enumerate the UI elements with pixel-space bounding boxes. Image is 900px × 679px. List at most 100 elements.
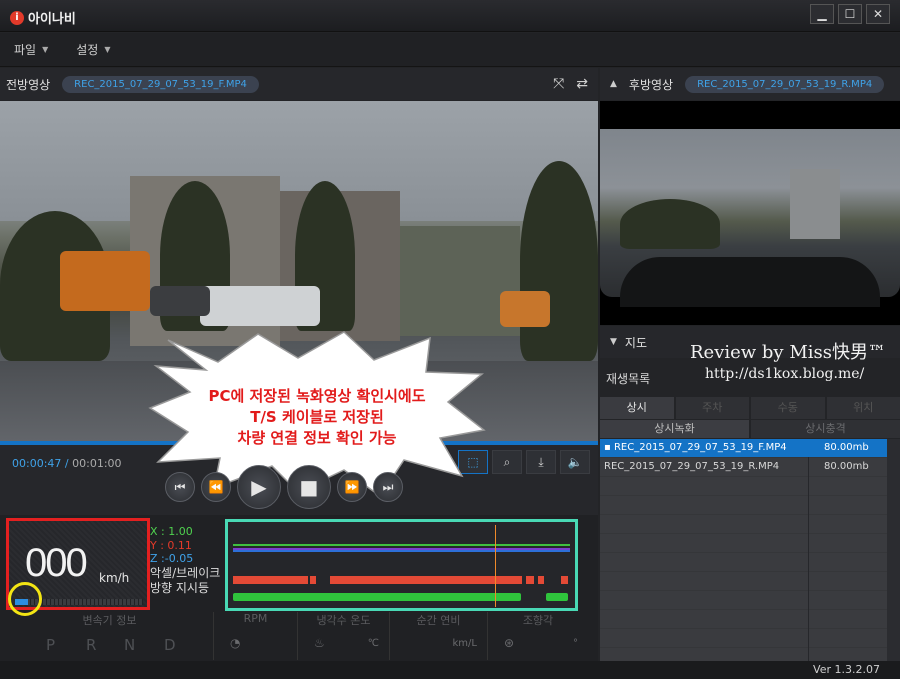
rpm-title: RPM xyxy=(243,612,268,625)
playlist: ▪ REC_2015_07_29_07_53_19_F.MP4 80.00mb … xyxy=(600,439,887,661)
subtab-normal-rec[interactable]: 상시녹화 xyxy=(600,420,749,438)
app-title: 아이나비 xyxy=(28,12,76,27)
fuel-unit: km/L xyxy=(452,638,477,649)
title-bar: i 아이나비 ▁ ☐ ✕ xyxy=(0,0,900,32)
swap-icon[interactable]: ⇄ xyxy=(576,76,588,92)
app-window: i 아이나비 ▁ ☐ ✕ 파일 ▼ 설정 ▼ 전방영상 REC_2015_07_… xyxy=(0,0,900,679)
volume-button[interactable]: 🔈 xyxy=(560,450,590,474)
coolant-cell: 냉각수 온도 ♨ ℃ xyxy=(298,612,390,660)
g-sensor-y: Y : 0.11 xyxy=(150,538,192,552)
selected-dot-icon: ▪ xyxy=(604,442,614,453)
g-sensor-readout: X : 1.00 Y : 0.11 Z :-0.05 악셀/브레이크 방향 지시… xyxy=(150,525,220,596)
file-name-text: REC_2015_07_29_07_53_19_F.MP4 xyxy=(613,442,787,453)
tab-parking[interactable]: 주차 xyxy=(675,397,749,419)
download-button[interactable]: ⤓ xyxy=(526,450,556,474)
rear-car-interior xyxy=(620,257,880,307)
skip-end-button[interactable]: ⏭ xyxy=(373,472,403,502)
map-label: 지도 xyxy=(624,335,648,350)
playlist-tabs: 상시 주차 수동 위치 xyxy=(600,397,900,419)
file-name-text: REC_2015_07_29_07_53_19_R.MP4 xyxy=(604,461,780,472)
list-item[interactable]: ▪ REC_2015_07_29_07_53_19_F.MP4 80.00mb xyxy=(600,439,887,457)
tab-manual[interactable]: 수동 xyxy=(751,397,825,419)
tab-normal[interactable]: 상시 xyxy=(600,397,674,419)
collapse-up-icon[interactable]: ▲ xyxy=(610,79,617,89)
playlist-title: 재생목록 xyxy=(606,372,651,386)
video-truck xyxy=(60,251,150,311)
file-size: 80.00mb xyxy=(824,461,869,472)
steering-cell: 조향각 ⊛ ° xyxy=(488,612,588,660)
fuel-cell: 순간 연비 km/L xyxy=(390,612,488,660)
front-video-label: 전방영상 xyxy=(6,77,51,92)
turn-signal-label: 방향 지시등 xyxy=(150,580,210,595)
playlist-scrollbar[interactable] xyxy=(887,439,900,661)
current-time: 00:00:47 xyxy=(12,457,62,470)
fuel-title: 순간 연비 xyxy=(416,614,461,627)
stop-button[interactable]: ■ xyxy=(287,465,331,509)
sensor-graph[interactable] xyxy=(225,519,578,611)
review-watermark: Review by Miss快男™ xyxy=(690,342,886,363)
speed-unit: km/h xyxy=(99,571,130,585)
highlight-circle xyxy=(8,582,42,616)
graph-z-line xyxy=(233,550,570,552)
search-icon: ⌕ xyxy=(503,455,511,469)
video-car xyxy=(500,291,550,327)
skip-start-icon: ⏮ xyxy=(174,480,186,494)
search-button[interactable]: ⌕ xyxy=(492,450,522,474)
skip-start-button[interactable]: ⏮ xyxy=(165,472,195,502)
coolant-title: 냉각수 온도 xyxy=(316,614,371,627)
time-separator: / xyxy=(64,457,69,470)
close-button[interactable]: ✕ xyxy=(866,4,890,24)
video-car xyxy=(150,286,210,316)
rpm-gauge-icon: ◔ xyxy=(230,636,241,650)
menu-settings-label: 설정 xyxy=(76,43,99,57)
rear-video-header: ▲ 후방영상 REC_2015_07_29_07_53_19_R.MP4 xyxy=(600,68,900,100)
rear-video-view[interactable] xyxy=(600,101,900,325)
gear-n: N xyxy=(124,636,136,654)
rpm-cell: RPM ◔ xyxy=(214,612,298,660)
subtab-normal-impact[interactable]: 상시충격 xyxy=(751,420,900,438)
rear-tree xyxy=(620,199,720,249)
gear-p: P xyxy=(46,636,56,654)
thermometer-icon: ♨ xyxy=(314,636,325,650)
graph-cursor[interactable] xyxy=(495,525,496,607)
steering-wheel-icon: ⊛ xyxy=(504,636,515,650)
g-sensor-x: X : 1.00 xyxy=(150,525,193,538)
playback-time: 00:00:47 / 00:01:00 xyxy=(12,457,122,470)
callout-line-1: PC에 저장된 녹화영상 확인시에도 xyxy=(208,386,426,405)
fast-forward-button[interactable]: ⏩ xyxy=(337,472,367,502)
stop-icon: ■ xyxy=(299,475,319,499)
playback-controls: ⏮ ⏪ ▶ ■ ⏩ ⏭ xyxy=(165,465,403,509)
maximize-button[interactable]: ☐ xyxy=(838,4,862,24)
callout-line-2: T/S 케이블로 저장된 xyxy=(250,407,384,426)
status-bar: Ver 1.3.2.07 xyxy=(0,661,900,679)
file-size: 80.00mb xyxy=(824,442,869,453)
play-icon: ▶ xyxy=(251,475,267,499)
menu-settings[interactable]: 설정 ▼ xyxy=(76,41,110,58)
play-button[interactable]: ▶ xyxy=(237,465,281,509)
callout-line-3: 차량 연결 정보 확인 가능 xyxy=(237,428,397,447)
menu-file-label: 파일 xyxy=(14,43,37,57)
minimize-button[interactable]: ▁ xyxy=(810,4,834,24)
tab-location[interactable]: 위치 xyxy=(826,397,900,419)
front-video-header: 전방영상 REC_2015_07_29_07_53_19_F.MP4 ⤧ ⇄ xyxy=(0,68,598,100)
file-name: REC_2015_07_29_07_53_19_R.MP4 xyxy=(600,458,808,476)
front-file-name: REC_2015_07_29_07_53_19_F.MP4 xyxy=(62,75,259,93)
rewind-button[interactable]: ⏪ xyxy=(201,472,231,502)
turn-signal-segment xyxy=(546,593,568,601)
playlist-subtabs: 상시녹화 상시충격 xyxy=(600,420,900,438)
brake-segment xyxy=(310,576,316,584)
version-label: Ver 1.3.2.07 xyxy=(813,663,880,676)
volume-icon: 🔈 xyxy=(567,455,583,469)
gear-title: 변속기 정보 xyxy=(82,614,137,627)
skip-end-icon: ⏭ xyxy=(382,480,394,494)
list-item[interactable]: REC_2015_07_29_07_53_19_R.MP4 80.00mb xyxy=(600,458,887,476)
collapse-down-icon[interactable]: ▼ xyxy=(610,337,617,347)
graph-x-line xyxy=(233,544,570,546)
caret-down-icon: ▼ xyxy=(104,45,111,54)
rear-building xyxy=(790,169,840,239)
menu-file[interactable]: 파일 ▼ xyxy=(14,41,48,58)
rear-file-name: REC_2015_07_29_07_53_19_R.MP4 xyxy=(685,75,885,93)
fullscreen-icon[interactable]: ⤧ xyxy=(553,76,564,92)
gear-r: R xyxy=(86,636,97,654)
file-name: ▪ REC_2015_07_29_07_53_19_F.MP4 xyxy=(600,439,808,457)
